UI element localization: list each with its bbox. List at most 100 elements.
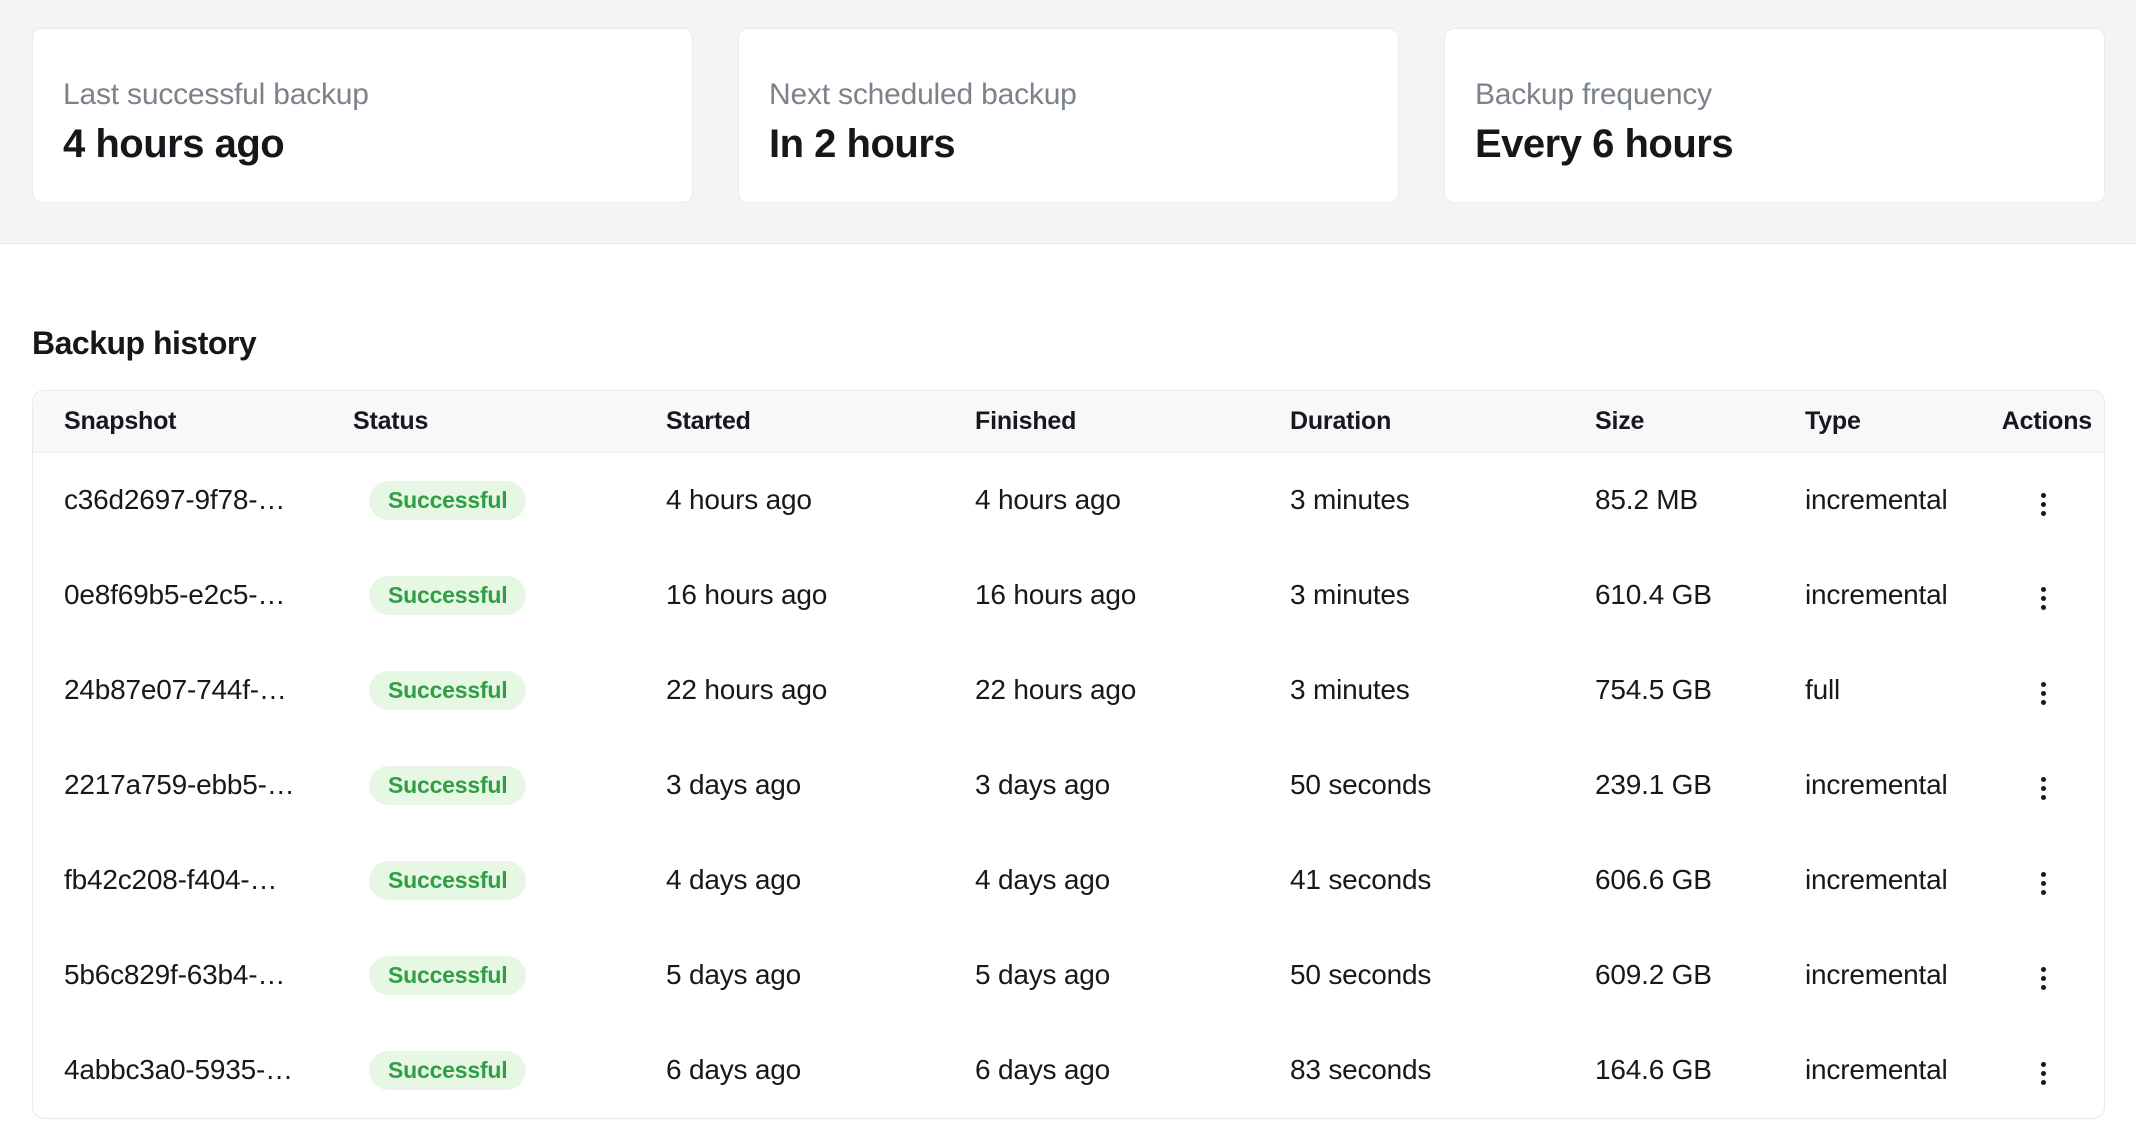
size-cell: 754.5 GB (1564, 643, 1774, 738)
kebab-menu-icon (2041, 493, 2046, 498)
card-label: Last successful backup (63, 75, 662, 115)
row-actions-button[interactable] (2020, 860, 2068, 908)
column-header-snapshot: Snapshot (33, 391, 322, 453)
type-cell: incremental (1774, 833, 1981, 928)
status-badge: Successful (369, 956, 526, 995)
status-badge: Successful (369, 861, 526, 900)
kebab-menu-icon (2041, 976, 2046, 981)
status-cell: Successful (322, 548, 635, 643)
row-actions-button[interactable] (2020, 955, 2068, 1003)
kebab-menu-icon (2041, 967, 2046, 972)
finished-cell: 22 hours ago (944, 643, 1259, 738)
finished-cell: 4 hours ago (944, 453, 1259, 548)
status-cell: Successful (322, 833, 635, 928)
size-cell: 609.2 GB (1564, 928, 1774, 1023)
card-last-successful-backup: Last successful backup 4 hours ago (32, 28, 693, 203)
started-cell: 4 hours ago (635, 453, 944, 548)
card-value: 4 hours ago (63, 119, 662, 169)
card-value: In 2 hours (769, 119, 1368, 169)
column-header-finished: Finished (944, 391, 1259, 453)
kebab-menu-icon (2041, 596, 2046, 601)
kebab-menu-icon (2041, 881, 2046, 886)
kebab-menu-icon (2041, 872, 2046, 877)
table-row[interactable]: 0e8f69b5-e2c5-… Successful 16 hours ago … (33, 548, 2105, 643)
status-cell: Successful (322, 453, 635, 548)
table-body: c36d2697-9f78-… Successful 4 hours ago 4… (33, 453, 2105, 1118)
finished-cell: 4 days ago (944, 833, 1259, 928)
status-badge: Successful (369, 671, 526, 710)
card-backup-frequency: Backup frequency Every 6 hours (1444, 28, 2105, 203)
actions-cell (1981, 833, 2105, 928)
actions-cell (1981, 453, 2105, 548)
kebab-menu-icon (2041, 1080, 2046, 1085)
actions-cell (1981, 548, 2105, 643)
kebab-menu-icon (2041, 985, 2046, 990)
started-cell: 16 hours ago (635, 548, 944, 643)
row-actions-button[interactable] (2020, 480, 2068, 528)
table-row[interactable]: c36d2697-9f78-… Successful 4 hours ago 4… (33, 453, 2105, 548)
status-badge: Successful (369, 766, 526, 805)
table-row[interactable]: 2217a759-ebb5-… Successful 3 days ago 3 … (33, 738, 2105, 833)
row-actions-button[interactable] (2020, 1050, 2068, 1098)
kebab-menu-icon (2041, 1071, 2046, 1076)
kebab-menu-icon (2041, 605, 2046, 610)
snapshot-cell: 0e8f69b5-e2c5-… (33, 548, 322, 643)
column-header-type: Type (1774, 391, 1981, 453)
snapshot-cell: c36d2697-9f78-… (33, 453, 322, 548)
type-cell: incremental (1774, 453, 1981, 548)
table-row[interactable]: 4abbc3a0-5935-… Successful 6 days ago 6 … (33, 1023, 2105, 1118)
column-header-started: Started (635, 391, 944, 453)
started-cell: 4 days ago (635, 833, 944, 928)
table-row[interactable]: 24b87e07-744f-… Successful 22 hours ago … (33, 643, 2105, 738)
finished-cell: 6 days ago (944, 1023, 1259, 1118)
duration-cell: 3 minutes (1259, 643, 1564, 738)
kebab-menu-icon (2041, 786, 2046, 791)
actions-cell (1981, 738, 2105, 833)
kebab-menu-icon (2041, 682, 2046, 687)
size-cell: 164.6 GB (1564, 1023, 1774, 1118)
type-cell: incremental (1774, 928, 1981, 1023)
started-cell: 6 days ago (635, 1023, 944, 1118)
card-label: Next scheduled backup (769, 75, 1368, 115)
finished-cell: 5 days ago (944, 928, 1259, 1023)
table-header-row: Snapshot Status Started Finished Duratio… (33, 391, 2105, 453)
status-cell: Successful (322, 643, 635, 738)
actions-cell (1981, 643, 2105, 738)
actions-cell (1981, 928, 2105, 1023)
status-cell: Successful (322, 738, 635, 833)
started-cell: 5 days ago (635, 928, 944, 1023)
type-cell: incremental (1774, 548, 1981, 643)
snapshot-cell: 24b87e07-744f-… (33, 643, 322, 738)
duration-cell: 3 minutes (1259, 453, 1564, 548)
snapshot-cell: fb42c208-f404-… (33, 833, 322, 928)
status-cell: Successful (322, 928, 635, 1023)
card-value: Every 6 hours (1475, 119, 2074, 169)
finished-cell: 16 hours ago (944, 548, 1259, 643)
size-cell: 85.2 MB (1564, 453, 1774, 548)
kebab-menu-icon (2041, 795, 2046, 800)
type-cell: incremental (1774, 1023, 1981, 1118)
snapshot-cell: 2217a759-ebb5-… (33, 738, 322, 833)
duration-cell: 3 minutes (1259, 548, 1564, 643)
size-cell: 239.1 GB (1564, 738, 1774, 833)
started-cell: 3 days ago (635, 738, 944, 833)
started-cell: 22 hours ago (635, 643, 944, 738)
backup-history-table: Snapshot Status Started Finished Duratio… (32, 390, 2105, 1119)
type-cell: incremental (1774, 738, 1981, 833)
card-label: Backup frequency (1475, 75, 2074, 115)
type-cell: full (1774, 643, 1981, 738)
history-section: Backup history Snapshot Status Started F… (0, 244, 2136, 1119)
row-actions-button[interactable] (2020, 575, 2068, 623)
table-row[interactable]: fb42c208-f404-… Successful 4 days ago 4 … (33, 833, 2105, 928)
column-header-size: Size (1564, 391, 1774, 453)
status-badge: Successful (369, 481, 526, 520)
page-title: Backup history (32, 322, 2105, 364)
kebab-menu-icon (2041, 502, 2046, 507)
kebab-menu-icon (2041, 511, 2046, 516)
row-actions-button[interactable] (2020, 670, 2068, 718)
duration-cell: 50 seconds (1259, 928, 1564, 1023)
kebab-menu-icon (2041, 700, 2046, 705)
table-row[interactable]: 5b6c829f-63b4-… Successful 5 days ago 5 … (33, 928, 2105, 1023)
row-actions-button[interactable] (2020, 765, 2068, 813)
kebab-menu-icon (2041, 691, 2046, 696)
